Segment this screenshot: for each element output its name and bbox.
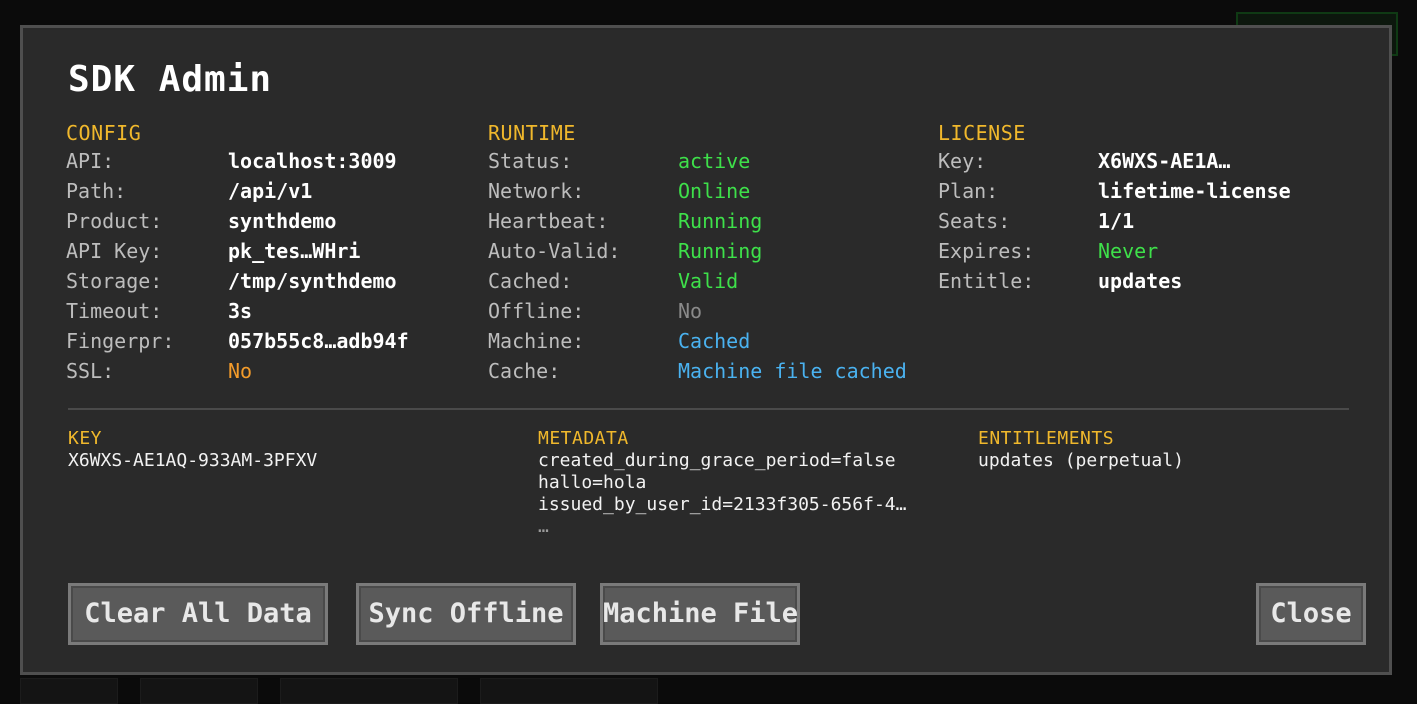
config-row-storage: Storage: /tmp/synthdemo: [66, 266, 409, 296]
license-value: 1/1: [1098, 209, 1135, 233]
runtime-row-machine: Machine: Cached: [488, 326, 907, 356]
background-panel: [20, 678, 118, 704]
background-panel: [480, 678, 658, 704]
config-key: Timeout:: [66, 299, 163, 323]
runtime-key: Offline:: [488, 299, 585, 323]
license-section: LICENSE Key: X6WXS-AE1A… Plan: lifetime-…: [938, 120, 1291, 296]
license-key: Expires:: [938, 239, 1035, 263]
sdk-admin-modal: SDK Admin CONFIG API: localhost:3009 Pat…: [20, 25, 1392, 675]
section-divider: [68, 408, 1349, 410]
config-row-ssl: SSL: No: [66, 356, 409, 386]
config-key: Product:: [66, 209, 163, 233]
modal-title: SDK Admin: [68, 59, 273, 100]
license-row-plan: Plan: lifetime-license: [938, 176, 1291, 206]
runtime-row-auto-valid: Auto-Valid: Running: [488, 236, 907, 266]
license-key: Key:: [938, 149, 987, 173]
runtime-row-cache: Cache: Machine file cached: [488, 356, 907, 386]
license-row-expires: Expires: Never: [938, 236, 1291, 266]
runtime-section: RUNTIME Status: active Network: Online H…: [488, 120, 907, 386]
runtime-row-cached: Cached: Valid: [488, 266, 907, 296]
config-key: SSL:: [66, 359, 115, 383]
runtime-key: Auto-Valid:: [488, 239, 621, 263]
machine-file-button[interactable]: Machine File: [600, 583, 800, 645]
runtime-key: Heartbeat:: [488, 209, 609, 233]
license-heading: LICENSE: [938, 121, 1026, 145]
expires-value: Never: [1098, 239, 1159, 263]
config-value: 3s: [228, 299, 253, 323]
config-row-api-key: API Key: pk_tes…WHri: [66, 236, 409, 266]
runtime-key: Network:: [488, 179, 585, 203]
config-value: /api/v1: [228, 179, 313, 203]
config-row-api: API: localhost:3009: [66, 146, 409, 176]
ssl-status-value: No: [228, 359, 253, 383]
auto-valid-value: Running: [678, 239, 763, 263]
config-section: CONFIG API: localhost:3009 Path: /api/v1…: [66, 120, 409, 386]
config-row-timeout: Timeout: 3s: [66, 296, 409, 326]
config-value: 057b55c8…adb94f: [228, 329, 409, 353]
config-row-fingerprint: Fingerpr: 057b55c8…adb94f: [66, 326, 409, 356]
cached-value: Valid: [678, 269, 739, 293]
metadata-section: METADATA created_during_grace_period=fal…: [538, 428, 906, 538]
runtime-key: Status:: [488, 149, 573, 173]
license-key: Seats:: [938, 209, 1011, 233]
license-value: lifetime-license: [1098, 179, 1291, 203]
entitlements-heading: ENTITLEMENTS: [978, 428, 1115, 449]
config-key: Storage:: [66, 269, 163, 293]
offline-value: No: [678, 299, 703, 323]
background-panel: [280, 678, 458, 704]
runtime-row-status: Status: active: [488, 146, 907, 176]
background-panel: [140, 678, 258, 704]
license-key: Plan:: [938, 179, 999, 203]
runtime-key: Cache:: [488, 359, 561, 383]
config-key: API Key:: [66, 239, 163, 263]
full-license-key: X6WXS-AE1AQ-933AM-3PFXV: [68, 450, 318, 471]
sync-offline-button[interactable]: Sync Offline: [356, 583, 576, 645]
runtime-row-heartbeat: Heartbeat: Running: [488, 206, 907, 236]
config-value: /tmp/synthdemo: [228, 269, 397, 293]
license-row-seats: Seats: 1/1: [938, 206, 1291, 236]
key-heading: KEY: [68, 428, 103, 449]
metadata-line: hallo=hola: [538, 472, 647, 493]
runtime-heading: RUNTIME: [488, 121, 576, 145]
status-value: active: [678, 149, 751, 173]
config-value: synthdemo: [228, 209, 337, 233]
entitlement-item: updates (perpetual): [978, 450, 1184, 471]
runtime-key: Machine:: [488, 329, 585, 353]
config-value: localhost:3009: [228, 149, 397, 173]
config-row-path: Path: /api/v1: [66, 176, 409, 206]
license-key: Entitle:: [938, 269, 1035, 293]
config-row-product: Product: synthdemo: [66, 206, 409, 236]
license-value: updates: [1098, 269, 1183, 293]
config-key: Fingerpr:: [66, 329, 175, 353]
runtime-row-offline: Offline: No: [488, 296, 907, 326]
network-value: Online: [678, 179, 751, 203]
metadata-line: issued_by_user_id=2133f305-656f-4…: [538, 494, 907, 515]
entitlements-section: ENTITLEMENTS updates (perpetual): [978, 428, 1184, 472]
metadata-heading: METADATA: [538, 428, 629, 449]
key-section: KEY X6WXS-AE1AQ-933AM-3PFXV: [68, 428, 317, 472]
heartbeat-value: Running: [678, 209, 763, 233]
machine-value: Cached: [678, 329, 751, 353]
config-key: Path:: [66, 179, 127, 203]
runtime-key: Cached:: [488, 269, 573, 293]
license-row-entitle: Entitle: updates: [938, 266, 1291, 296]
config-key: API:: [66, 149, 115, 173]
cache-value: Machine file cached: [678, 359, 907, 383]
license-row-key: Key: X6WXS-AE1A…: [938, 146, 1291, 176]
metadata-line: created_during_grace_period=false: [538, 450, 896, 471]
config-heading: CONFIG: [66, 121, 142, 145]
license-value: X6WXS-AE1A…: [1098, 149, 1231, 173]
metadata-more: …: [538, 516, 549, 537]
close-button[interactable]: Close: [1256, 583, 1366, 645]
runtime-row-network: Network: Online: [488, 176, 907, 206]
config-value: pk_tes…WHri: [228, 239, 361, 263]
clear-all-data-button[interactable]: Clear All Data: [68, 583, 328, 645]
